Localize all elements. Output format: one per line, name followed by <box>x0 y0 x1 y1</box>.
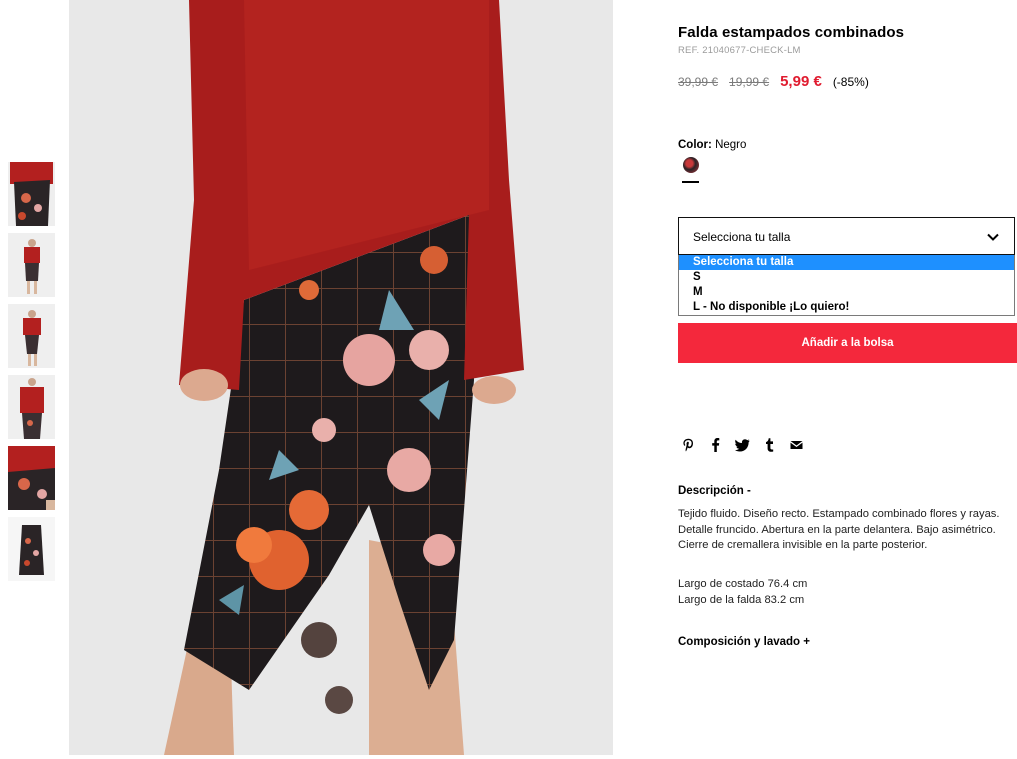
size-dropdown-list: Selecciona tu talla S M L - No disponibl… <box>678 255 1015 316</box>
thumbnail-5[interactable] <box>8 446 55 510</box>
measurement-side-length: Largo de costado 76.4 cm <box>678 578 808 590</box>
color-value: Negro <box>715 139 747 151</box>
description-measurements: Largo de costado 76.4 cm Largo de la fal… <box>678 577 807 608</box>
thumbnail-1[interactable] <box>8 162 55 226</box>
price-original: 39,99 € <box>678 75 719 89</box>
thumbnail-3[interactable] <box>8 304 55 368</box>
thumbnail-4[interactable] <box>8 375 55 439</box>
add-to-bag-button[interactable]: Añadir a la bolsa <box>678 323 1017 363</box>
size-option-placeholder[interactable]: Selecciona tu talla <box>679 255 1014 270</box>
chevron-down-icon <box>987 233 999 241</box>
description-toggle[interactable]: Descripción - <box>678 485 751 497</box>
product-main-image[interactable] <box>69 0 613 755</box>
color-swatch-negro[interactable] <box>683 157 699 173</box>
facebook-icon[interactable] <box>707 437 723 453</box>
price-current: 5,99 € <box>780 73 822 90</box>
product-reference: REF. 21040677-CHECK-LM <box>678 45 801 56</box>
size-select[interactable]: Selecciona tu talla <box>678 217 1015 255</box>
size-option-l[interactable]: L - No disponible ¡Lo quiero! <box>679 300 1014 315</box>
price-previous: 19,99 € <box>729 75 770 89</box>
price-row: 39,99 € 19,99 € 5,99 € (-85%) <box>678 73 869 90</box>
size-option-s[interactable]: S <box>679 270 1014 285</box>
thumbnail-gallery <box>8 162 55 588</box>
twitter-icon[interactable] <box>734 437 750 453</box>
thumbnail-6[interactable] <box>8 517 55 581</box>
thumbnail-2[interactable] <box>8 233 55 297</box>
discount-badge: (-85%) <box>832 75 869 89</box>
mail-icon[interactable] <box>788 437 804 453</box>
swatch-selected-indicator <box>682 181 699 183</box>
share-icons <box>680 437 815 453</box>
color-label: Color: Negro <box>678 139 746 151</box>
color-label-title: Color: <box>678 139 712 151</box>
size-select-value: Selecciona tu talla <box>693 230 791 244</box>
tumblr-icon[interactable] <box>761 437 777 453</box>
product-title: Falda estampados combinados <box>678 24 905 41</box>
pinterest-icon[interactable] <box>680 437 696 453</box>
description-text: Tejido fluido. Diseño recto. Estampado c… <box>678 508 1000 551</box>
size-option-m[interactable]: M <box>679 285 1014 300</box>
measurement-skirt-length: Largo de la falda 83.2 cm <box>678 593 805 606</box>
composition-toggle[interactable]: Composición y lavado + <box>678 636 810 648</box>
